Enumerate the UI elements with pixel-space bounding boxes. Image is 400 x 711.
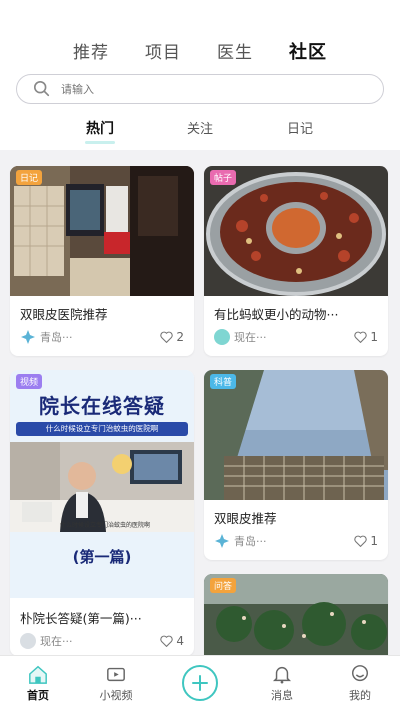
- like-count: 4: [176, 634, 184, 648]
- top-bar: 推荐 项目 医生 社区 热门 关注 日记: [0, 0, 400, 150]
- card-title: 朴院长答疑(第一篇)···: [20, 611, 142, 626]
- author-name: 现在···: [234, 331, 267, 344]
- card-meta: 青岛··· 2: [20, 328, 184, 346]
- feed-card-2[interactable]: 帖子 有比蚂蚁更小的动物··· 现在··· 1: [204, 166, 388, 356]
- card-meta: 现在··· 1: [214, 328, 378, 346]
- nav-messages-label: 消息: [271, 689, 293, 702]
- video-icon: [107, 667, 125, 682]
- search-bar[interactable]: [16, 74, 384, 104]
- feed-card-5[interactable]: 问答: [204, 574, 388, 656]
- like-count: 1: [370, 330, 378, 344]
- home-icon: [29, 665, 47, 684]
- like-button[interactable]: 1: [354, 330, 378, 344]
- top-tabs: 推荐 项目 医生 社区: [0, 38, 400, 64]
- nav-profile[interactable]: 我的: [330, 664, 390, 703]
- like-button[interactable]: 1: [354, 534, 378, 548]
- author-name: 现在···: [40, 635, 73, 648]
- card-meta: 现在··· 4: [20, 632, 184, 650]
- avatar: [20, 329, 36, 345]
- search-input[interactable]: [61, 82, 361, 96]
- heart-icon: [354, 535, 368, 547]
- profile-icon: [352, 665, 368, 682]
- avatar: [20, 633, 36, 649]
- like-button[interactable]: 4: [160, 634, 184, 648]
- card-image: [204, 370, 388, 500]
- nav-profile-label: 我的: [349, 689, 371, 702]
- card-image: 院长在线答疑 什么时候设立专门治蚊虫的医院啊 什么时候设立专门治蚊虫的医院啊 (…: [10, 370, 194, 598]
- video-subline: 什么时候设立专门治蚊虫的医院啊: [16, 422, 188, 436]
- author-name: 青岛···: [234, 535, 267, 548]
- search-icon: [33, 80, 50, 97]
- card-title: 双眼皮推荐: [214, 511, 277, 526]
- card-image: [10, 166, 194, 296]
- card-title: 双眼皮医院推荐: [20, 307, 108, 322]
- card-meta: 青岛··· 1: [214, 532, 378, 550]
- tab-recommend[interactable]: 推荐: [73, 38, 109, 64]
- subtab-following[interactable]: 关注: [150, 118, 250, 138]
- author-name: 青岛···: [40, 331, 73, 344]
- card-title: 有比蚂蚁更小的动物···: [214, 307, 339, 322]
- nav-home-label: 首页: [27, 689, 49, 702]
- nav-home[interactable]: 首页: [8, 664, 68, 703]
- avatar: [214, 329, 230, 345]
- nav-videos-label: 小视频: [99, 689, 133, 702]
- feed-card-3[interactable]: 院长在线答疑 什么时候设立专门治蚊虫的医院啊 什么时候设立专门治蚊虫的医院啊 (…: [10, 370, 194, 656]
- category-badge: 帖子: [210, 170, 237, 185]
- category-badge: 视频: [16, 374, 43, 389]
- like-count: 1: [370, 534, 378, 548]
- like-count: 2: [176, 330, 184, 344]
- sub-tabs: 热门 关注 日记: [0, 118, 400, 144]
- tab-community[interactable]: 社区: [289, 38, 327, 64]
- like-button[interactable]: 2: [160, 330, 184, 344]
- feed-card-4[interactable]: 科普 双眼皮推荐 青岛··· 1: [204, 370, 388, 560]
- heart-icon: [160, 331, 174, 343]
- subtab-hot[interactable]: 热门: [50, 118, 150, 144]
- card-image: [204, 166, 388, 296]
- tab-projects[interactable]: 项目: [145, 38, 181, 64]
- plus-icon: [192, 675, 208, 691]
- nav-messages[interactable]: 消息: [252, 664, 312, 703]
- subtab-diary[interactable]: 日记: [250, 118, 350, 138]
- video-headline: 院长在线答疑: [39, 394, 165, 418]
- category-badge: 日记: [16, 170, 43, 185]
- post-button[interactable]: [182, 665, 218, 701]
- heart-icon: [354, 331, 368, 343]
- nav-videos[interactable]: 小视频: [86, 664, 146, 703]
- video-episode: (第一篇): [72, 548, 132, 566]
- video-caption: 什么时候设立专门治蚊虫的医院啊: [60, 522, 151, 529]
- category-badge: 科普: [210, 374, 237, 389]
- bell-icon: [272, 666, 292, 684]
- category-badge: 问答: [210, 578, 237, 593]
- heart-icon: [160, 635, 174, 647]
- avatar: [214, 533, 230, 549]
- feed-card-1[interactable]: 日记 双眼皮医院推荐 青岛··· 2: [10, 166, 194, 356]
- tab-doctors[interactable]: 医生: [217, 38, 253, 64]
